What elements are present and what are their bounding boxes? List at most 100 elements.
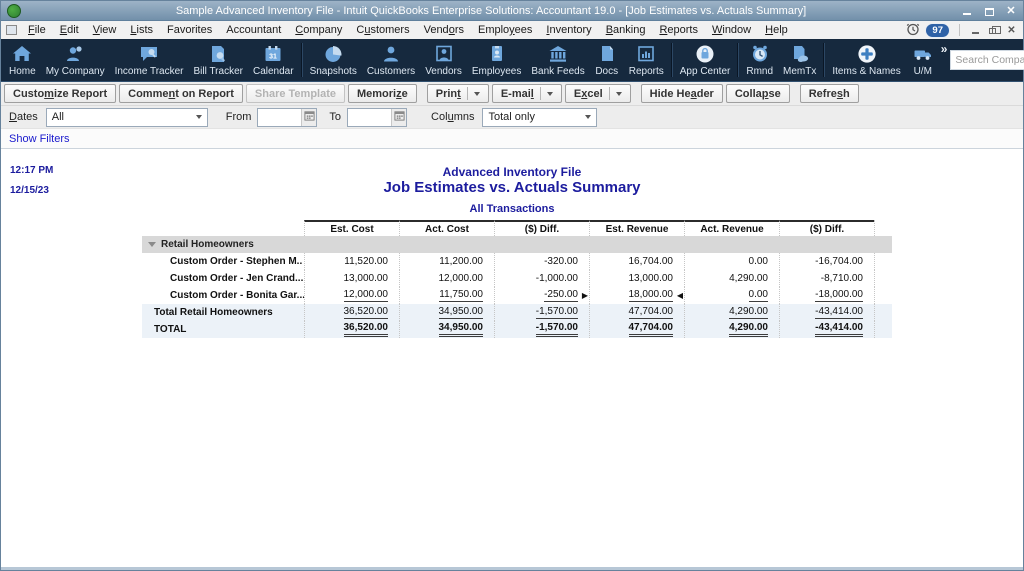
- print-button[interactable]: Print: [426, 84, 489, 103]
- toolbar-item-customers[interactable]: Customers: [362, 39, 420, 81]
- value-cell[interactable]: 12,000.00: [399, 270, 494, 287]
- toolbar-item-u-m[interactable]: U/M: [906, 39, 940, 81]
- value-cell[interactable]: 47,704.00: [589, 321, 684, 338]
- from-calendar-button[interactable]: [301, 108, 317, 126]
- toolbar-item-home[interactable]: Home: [4, 39, 41, 81]
- value-cell[interactable]: 18,000.00 ◀: [589, 287, 684, 304]
- value-cell[interactable]: 11,200.00: [399, 253, 494, 270]
- menu-item-file[interactable]: File: [21, 24, 53, 36]
- child-window-menu-icon[interactable]: [6, 25, 17, 35]
- value-cell[interactable]: 11,750.00: [399, 287, 494, 304]
- button-label: Print: [435, 87, 461, 100]
- menu-item-accountant[interactable]: Accountant: [219, 24, 288, 36]
- value-cell[interactable]: -18,000.00: [779, 287, 874, 304]
- toolbar-item-income-tracker[interactable]: Income Tracker: [110, 39, 189, 81]
- show-filters-link[interactable]: Show Filters: [9, 133, 70, 145]
- value-cell[interactable]: -8,710.00: [779, 270, 874, 287]
- value-cell[interactable]: 47,704.00: [589, 304, 684, 321]
- value-cell[interactable]: 13,000.00: [304, 270, 399, 287]
- dates-dropdown[interactable]: All: [45, 107, 208, 127]
- menu-item-view[interactable]: View: [86, 24, 124, 36]
- columns-dropdown[interactable]: Total only: [482, 107, 598, 127]
- toolbar-item-vendors[interactable]: Vendors: [420, 39, 467, 81]
- value-cell[interactable]: 4,290.00: [684, 304, 779, 321]
- refresh-button[interactable]: Refresh: [799, 84, 859, 103]
- value-cell[interactable]: 4,290.00: [684, 270, 779, 287]
- dropdown-arrow-icon[interactable]: [473, 91, 480, 96]
- value-cell[interactable]: 4,290.00: [684, 321, 779, 338]
- menu-item-company[interactable]: Company: [288, 24, 349, 36]
- menu-item-edit[interactable]: Edit: [53, 24, 86, 36]
- e-mail-button[interactable]: E-mail: [491, 84, 562, 103]
- menu-item-favorites[interactable]: Favorites: [160, 24, 219, 36]
- value-cell[interactable]: 12,000.00: [304, 287, 399, 304]
- maximize-button[interactable]: [983, 5, 995, 16]
- menu-item-vendors[interactable]: Vendors: [417, 24, 471, 36]
- button-label: Memorize: [357, 87, 408, 100]
- toolbar-item-bill-tracker[interactable]: Bill Tracker: [189, 39, 248, 81]
- value-cell[interactable]: 13,000.00: [589, 270, 684, 287]
- menu-item-window[interactable]: Window: [705, 24, 758, 36]
- collapse-triangle-icon[interactable]: [148, 242, 156, 247]
- memorize-button[interactable]: Memorize: [348, 84, 417, 103]
- toolbar-item-docs[interactable]: Docs: [590, 39, 624, 81]
- value-cell[interactable]: 34,950.00: [399, 321, 494, 338]
- columns-label: Columns: [431, 111, 475, 123]
- value-cell[interactable]: -1,570.00: [494, 321, 589, 338]
- menu-item-employees[interactable]: Employees: [471, 24, 539, 36]
- menu-item-customers[interactable]: Customers: [349, 24, 416, 36]
- menu-item-banking[interactable]: Banking: [599, 24, 653, 36]
- value-cell[interactable]: 34,950.00: [399, 304, 494, 321]
- menu-item-reports[interactable]: Reports: [652, 24, 705, 36]
- value-cell[interactable]: -43,414.00: [779, 321, 874, 338]
- value-cell[interactable]: 0.00: [684, 253, 779, 270]
- value-cell[interactable]: -1,570.00: [494, 304, 589, 321]
- value-cell[interactable]: -43,414.00: [779, 304, 874, 321]
- toolbar-item-my-company[interactable]: My Company: [41, 39, 110, 81]
- toolbar-item-memtx[interactable]: MemTx: [778, 39, 821, 81]
- value-cell[interactable]: 36,520.00: [304, 321, 399, 338]
- toolbar-item-reports[interactable]: Reports: [624, 39, 669, 81]
- value-cell[interactable]: 16,704.00: [589, 253, 684, 270]
- dropdown-arrow-icon[interactable]: [615, 91, 622, 96]
- menu-item-help[interactable]: Help: [758, 24, 795, 36]
- menu-bar: File Edit View Lists Favorites Accountant Comp…: [1, 21, 1023, 39]
- toolbar-item-snapshots[interactable]: Snapshots: [305, 39, 362, 81]
- toolbar-overflow-chevron-icon[interactable]: »: [940, 39, 951, 56]
- row-marker-left-icon: ◀: [676, 290, 683, 300]
- search-input[interactable]: [951, 51, 1024, 69]
- toolbar-item-rmnd[interactable]: Rmnd: [741, 39, 778, 81]
- minimize-button[interactable]: [961, 5, 973, 16]
- menu-item-lists[interactable]: Lists: [123, 24, 160, 36]
- to-calendar-button[interactable]: [391, 108, 407, 126]
- close-button[interactable]: ✕: [1005, 5, 1017, 17]
- menu-item-inventory[interactable]: Inventory: [539, 24, 598, 36]
- button-label: Comment on Report: [128, 87, 234, 100]
- comment-on-report-button[interactable]: Comment on Report: [119, 84, 243, 103]
- toolbar-item-bank-feeds[interactable]: Bank Feeds: [526, 39, 589, 81]
- dropdown-arrow-icon[interactable]: [546, 91, 553, 96]
- hide-header-button[interactable]: Hide Header: [640, 84, 723, 103]
- child-restore-button[interactable]: [987, 25, 1001, 36]
- value-cell[interactable]: -320.00: [494, 253, 589, 270]
- value-cell[interactable]: -16,704.00: [779, 253, 874, 270]
- toolbar-item-items-names[interactable]: Items & Names: [827, 39, 905, 81]
- toolbar-item-employees[interactable]: Employees: [467, 39, 526, 81]
- home-icon: [10, 43, 34, 65]
- customize-report-button[interactable]: Customize Report: [4, 84, 117, 103]
- value-cell[interactable]: 11,520.00: [304, 253, 399, 270]
- child-close-button[interactable]: ✕: [1005, 25, 1018, 36]
- child-minimize-button[interactable]: [969, 25, 982, 36]
- toolbar-item-calendar[interactable]: 31 Calendar: [248, 39, 299, 81]
- alerts-count-badge[interactable]: 97: [925, 22, 950, 38]
- value-cell[interactable]: -1,000.00: [494, 270, 589, 287]
- collapse-button[interactable]: Collapse: [725, 84, 790, 103]
- value-cell[interactable]: 0.00: [684, 287, 779, 304]
- value-cell[interactable]: -250.00 ▶: [494, 287, 589, 304]
- from-date-input[interactable]: [258, 109, 302, 125]
- toolbar-item-app-center[interactable]: App Center: [675, 39, 736, 81]
- reminders-clock-icon[interactable]: [906, 22, 920, 39]
- value-cell[interactable]: 36,520.00: [304, 304, 399, 321]
- to-date-input[interactable]: [348, 109, 392, 125]
- excel-button[interactable]: Excel: [564, 84, 631, 103]
